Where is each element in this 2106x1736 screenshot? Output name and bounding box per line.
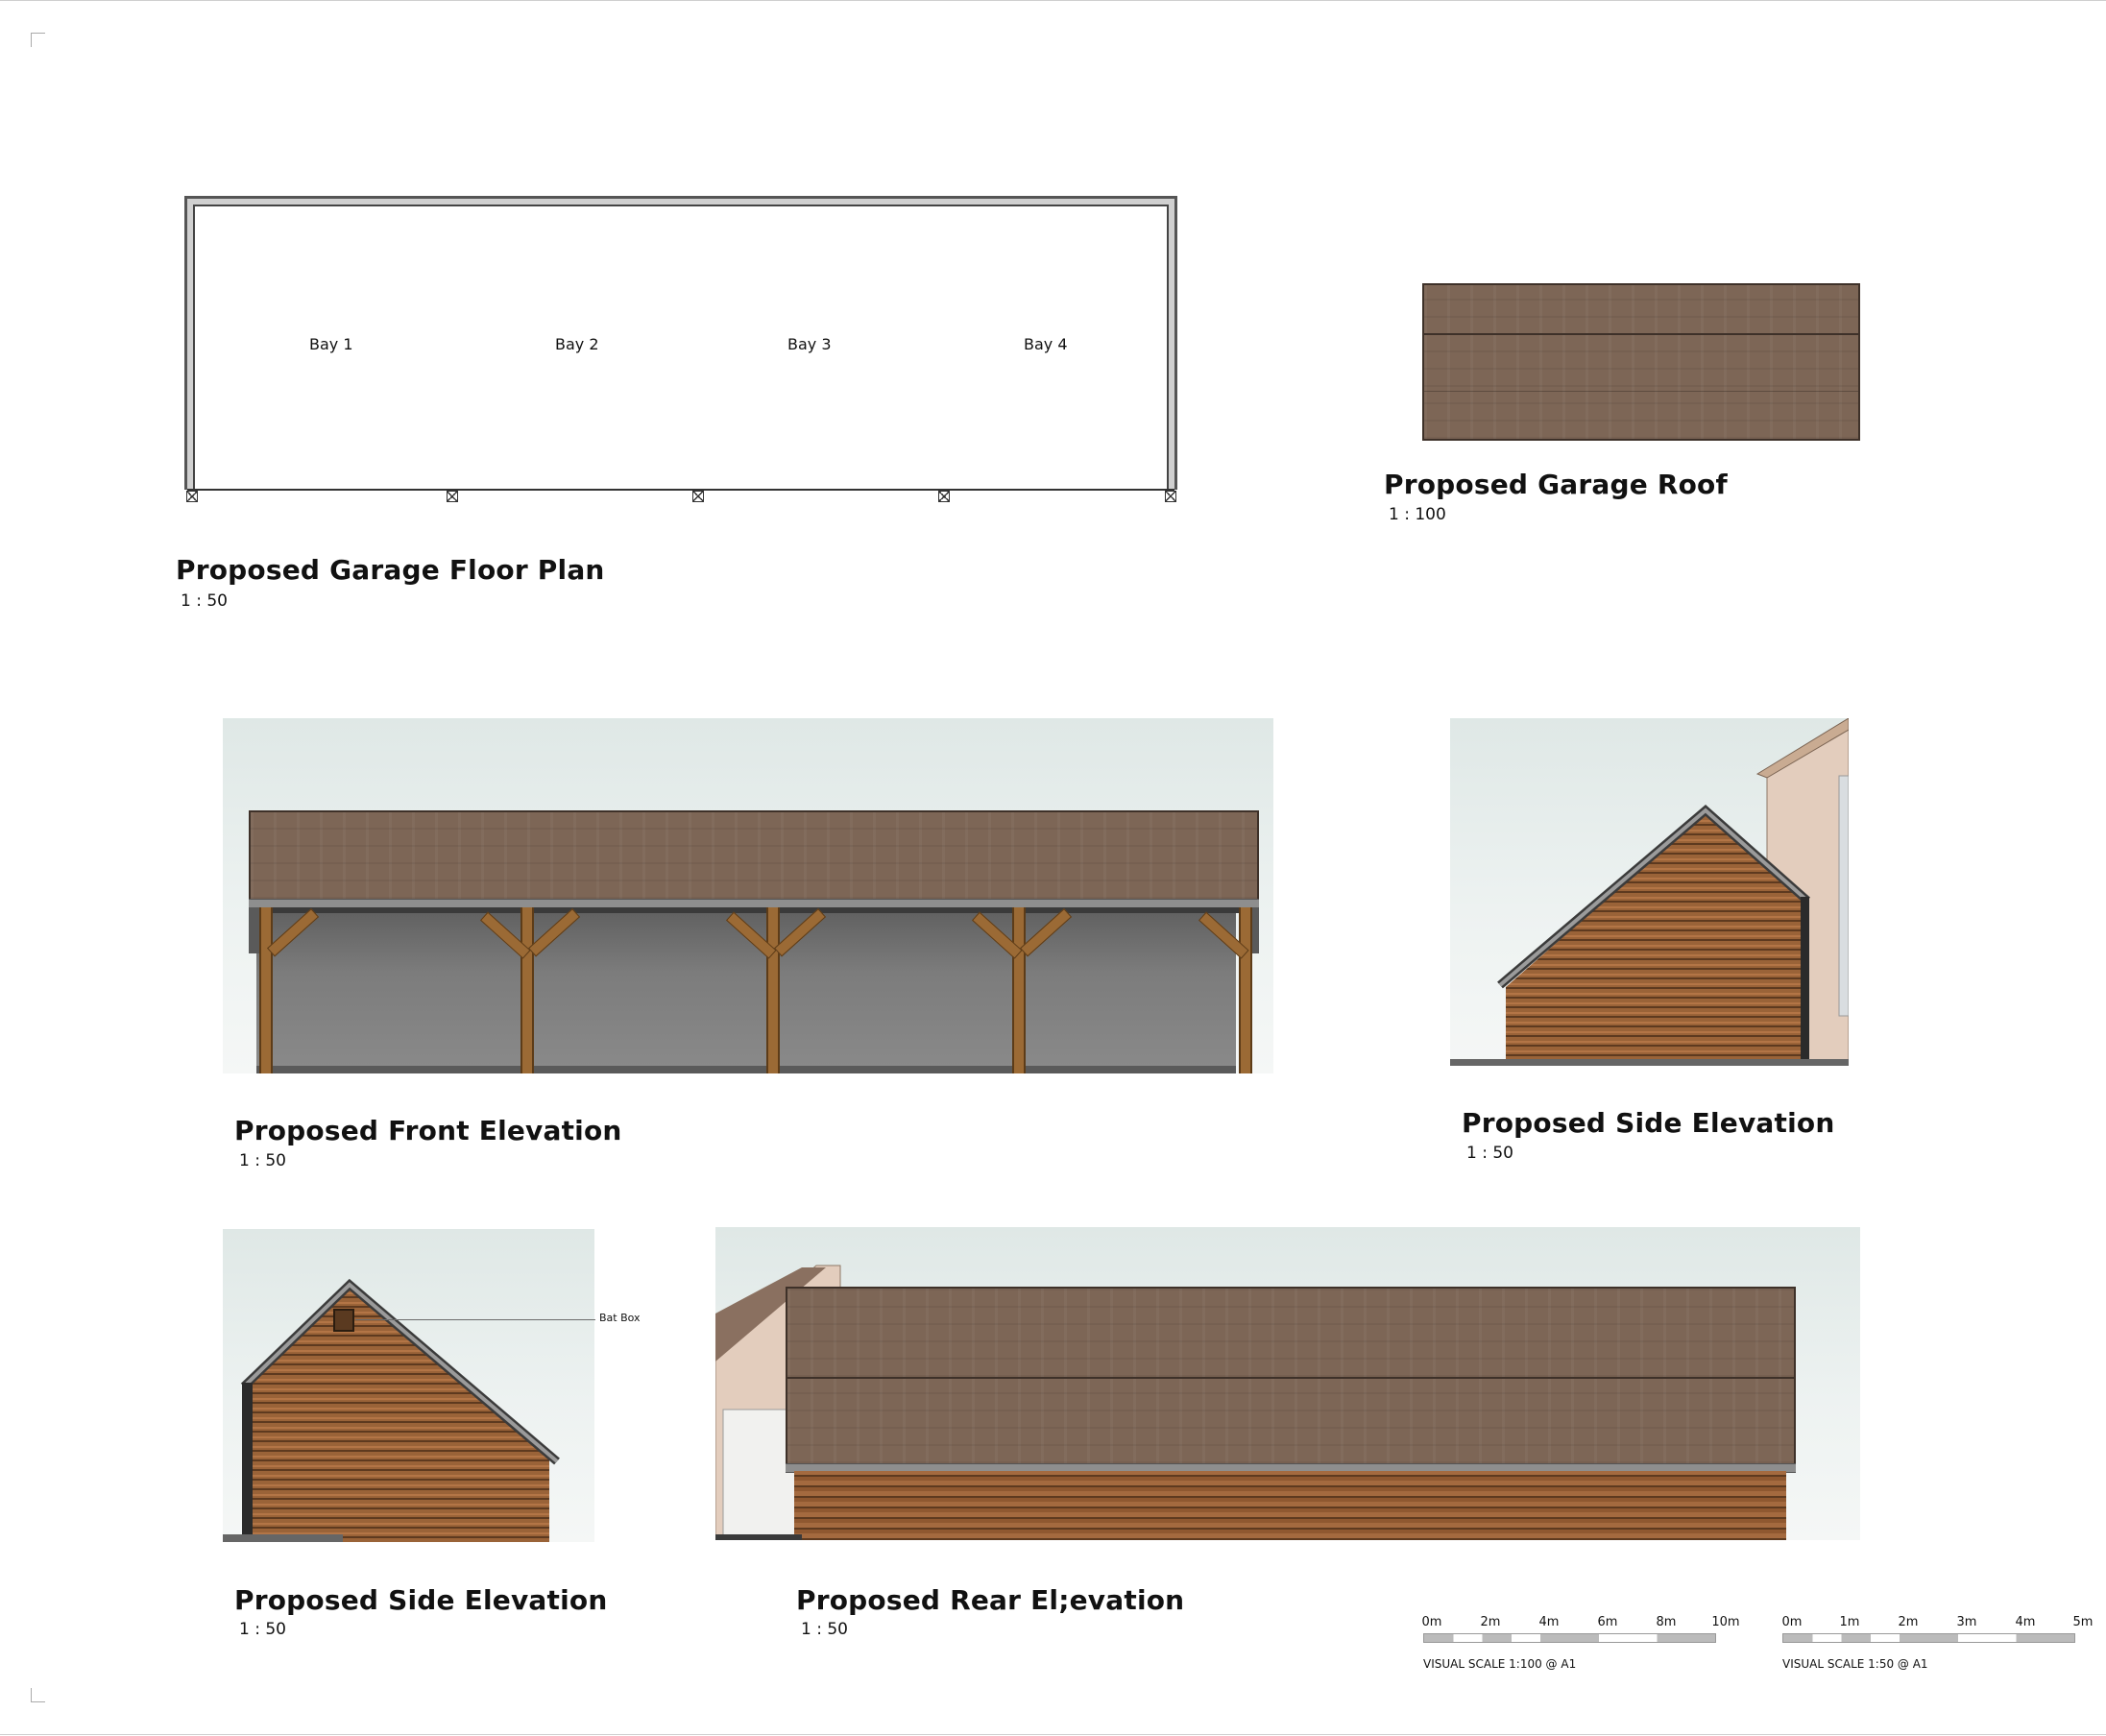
eaves-shadow — [249, 907, 1259, 913]
floor-plan-wall-fill-left — [187, 199, 193, 490]
oak-post — [259, 907, 273, 1073]
corner-mark-bottom — [31, 1688, 45, 1702]
scale-tick-label: 1m — [1839, 1615, 1860, 1629]
scale-tick-label: 6m — [1597, 1615, 1618, 1629]
roof-plan-drawing — [1422, 283, 1860, 441]
scale-tick-label: 0m — [1781, 1615, 1803, 1629]
post-marker — [938, 491, 950, 502]
corner-mark-top — [31, 33, 45, 47]
floor-plan-front-line — [187, 489, 1174, 491]
rear-ground-line — [715, 1534, 802, 1540]
post-marker — [1165, 491, 1176, 502]
rear-elevation-scale: 1 : 50 — [801, 1620, 848, 1639]
roof-plan-title: Proposed Garage Roof — [1384, 469, 1728, 500]
front-elevation-drawing — [223, 718, 1273, 1073]
side-elevation-right-title: Proposed Side Elevation — [1462, 1107, 1835, 1139]
oak-post — [1239, 907, 1252, 1073]
sheet-bottom-border — [0, 1734, 2106, 1735]
bat-box-leader — [355, 1319, 595, 1320]
side-elevation-left-title: Proposed Side Elevation — [234, 1584, 608, 1616]
front-elevation-scale: 1 : 50 — [239, 1151, 286, 1170]
floor-plan-title: Proposed Garage Floor Plan — [176, 554, 605, 586]
scale-tick-label: 2m — [1898, 1615, 1919, 1629]
rear-elevation-title: Proposed Rear El;evation — [796, 1584, 1185, 1616]
post-marker — [447, 491, 458, 502]
bay-label: Bay 4 — [1024, 335, 1068, 353]
bay-label: Bay 2 — [555, 335, 599, 353]
scale-tick-label: 4m — [2015, 1615, 2036, 1629]
bat-box-label: Bat Box — [599, 1312, 641, 1324]
side-elevation-right-drawing — [1450, 718, 1849, 1066]
scale-tick-label: 2m — [1480, 1615, 1501, 1629]
rear-elevation-drawing — [715, 1227, 1860, 1540]
bay-label: Bay 3 — [787, 335, 832, 353]
scale-tick-label: 10m — [1711, 1615, 1740, 1629]
oak-post — [520, 907, 534, 1073]
roof-plan-scale: 1 : 100 — [1389, 505, 1446, 524]
side-elevation-left-scale: 1 : 50 — [239, 1620, 286, 1639]
scale-tick-label: 8m — [1656, 1615, 1677, 1629]
roof-ridge-line — [1424, 333, 1858, 335]
scale-tick-label: 3m — [1956, 1615, 1977, 1629]
scale-bar-track — [1782, 1633, 2075, 1643]
floor-plan-scale: 1 : 50 — [181, 591, 228, 611]
side-elevation-right-scale: 1 : 50 — [1466, 1144, 1513, 1163]
rear-roof-course-line — [787, 1377, 1794, 1379]
rear-cladding — [794, 1471, 1786, 1540]
post-marker — [692, 491, 704, 502]
bay-label: Bay 1 — [309, 335, 353, 353]
ground-line — [256, 1066, 1236, 1073]
roof-course-line — [1424, 391, 1858, 392]
scale-tick-label: 0m — [1421, 1615, 1442, 1629]
scale-caption: VISUAL SCALE 1:100 @ A1 — [1423, 1657, 1577, 1671]
oak-post — [1012, 907, 1026, 1073]
sheet-top-border — [0, 0, 2106, 1]
garage-gable-left — [223, 1278, 560, 1542]
oak-post — [766, 907, 780, 1073]
front-roof — [249, 810, 1259, 901]
rear-roof — [786, 1287, 1796, 1465]
garage-gable — [1450, 805, 1849, 1066]
floor-plan-wall-fill-top — [187, 199, 1174, 205]
scale-tick-label: 4m — [1538, 1615, 1560, 1629]
side-elevation-left-drawing — [223, 1229, 594, 1542]
front-elevation-title: Proposed Front Elevation — [234, 1115, 622, 1146]
scale-bar-track — [1423, 1633, 1716, 1643]
post-marker — [186, 491, 198, 502]
scale-tick-label: 5m — [2072, 1615, 2094, 1629]
scale-caption: VISUAL SCALE 1:50 @ A1 — [1782, 1657, 1928, 1671]
floor-plan-wall-fill-right — [1169, 199, 1174, 490]
